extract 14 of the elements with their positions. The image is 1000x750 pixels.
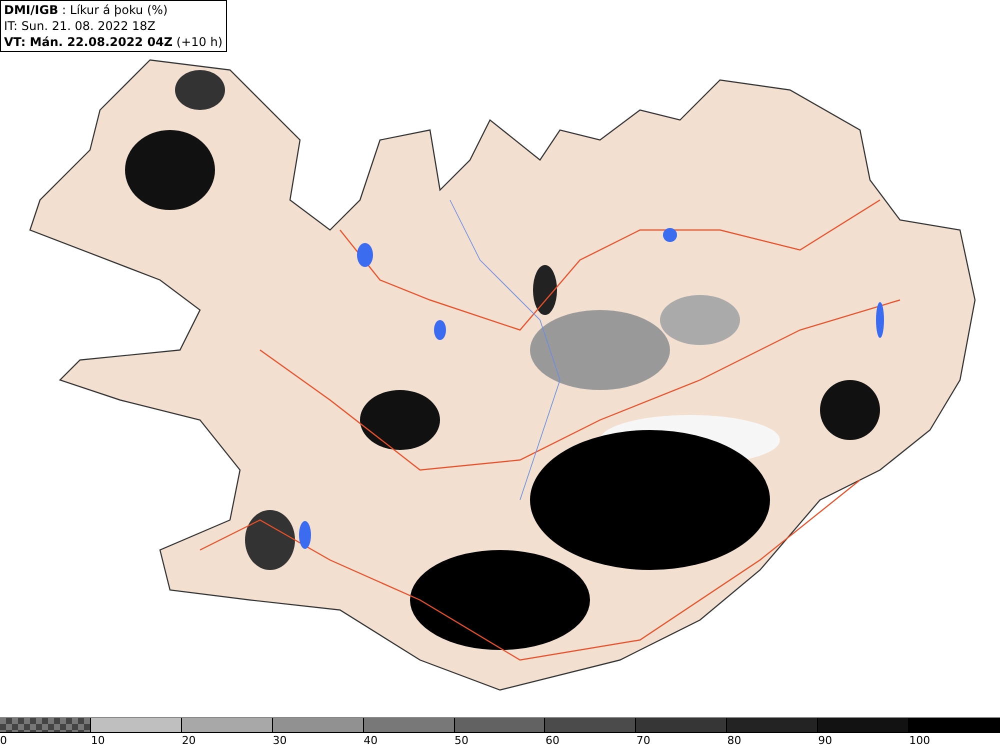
header-text: DMI/IGB : Líkur á þoku (%) bbox=[4, 2, 169, 18]
header-text: VT: Mán. 22.08.2022 04Z (+10 h) bbox=[4, 34, 223, 50]
legend-label: 70 bbox=[636, 733, 650, 748]
legend-label: 40 bbox=[364, 733, 378, 748]
legend-label: 60 bbox=[545, 733, 560, 748]
legend-label: 30 bbox=[272, 733, 287, 748]
legend-label: 80 bbox=[727, 733, 742, 748]
legend-label: 20 bbox=[182, 733, 196, 748]
legend-label: 100 bbox=[909, 733, 930, 748]
legend-label: 50 bbox=[454, 733, 469, 748]
legend-label: 90 bbox=[818, 733, 832, 748]
legend-label: 0 bbox=[0, 733, 7, 748]
header-text: IT: Sun. 21. 08. 2022 18Z bbox=[4, 18, 157, 34]
legend-label: 10 bbox=[90, 733, 105, 748]
